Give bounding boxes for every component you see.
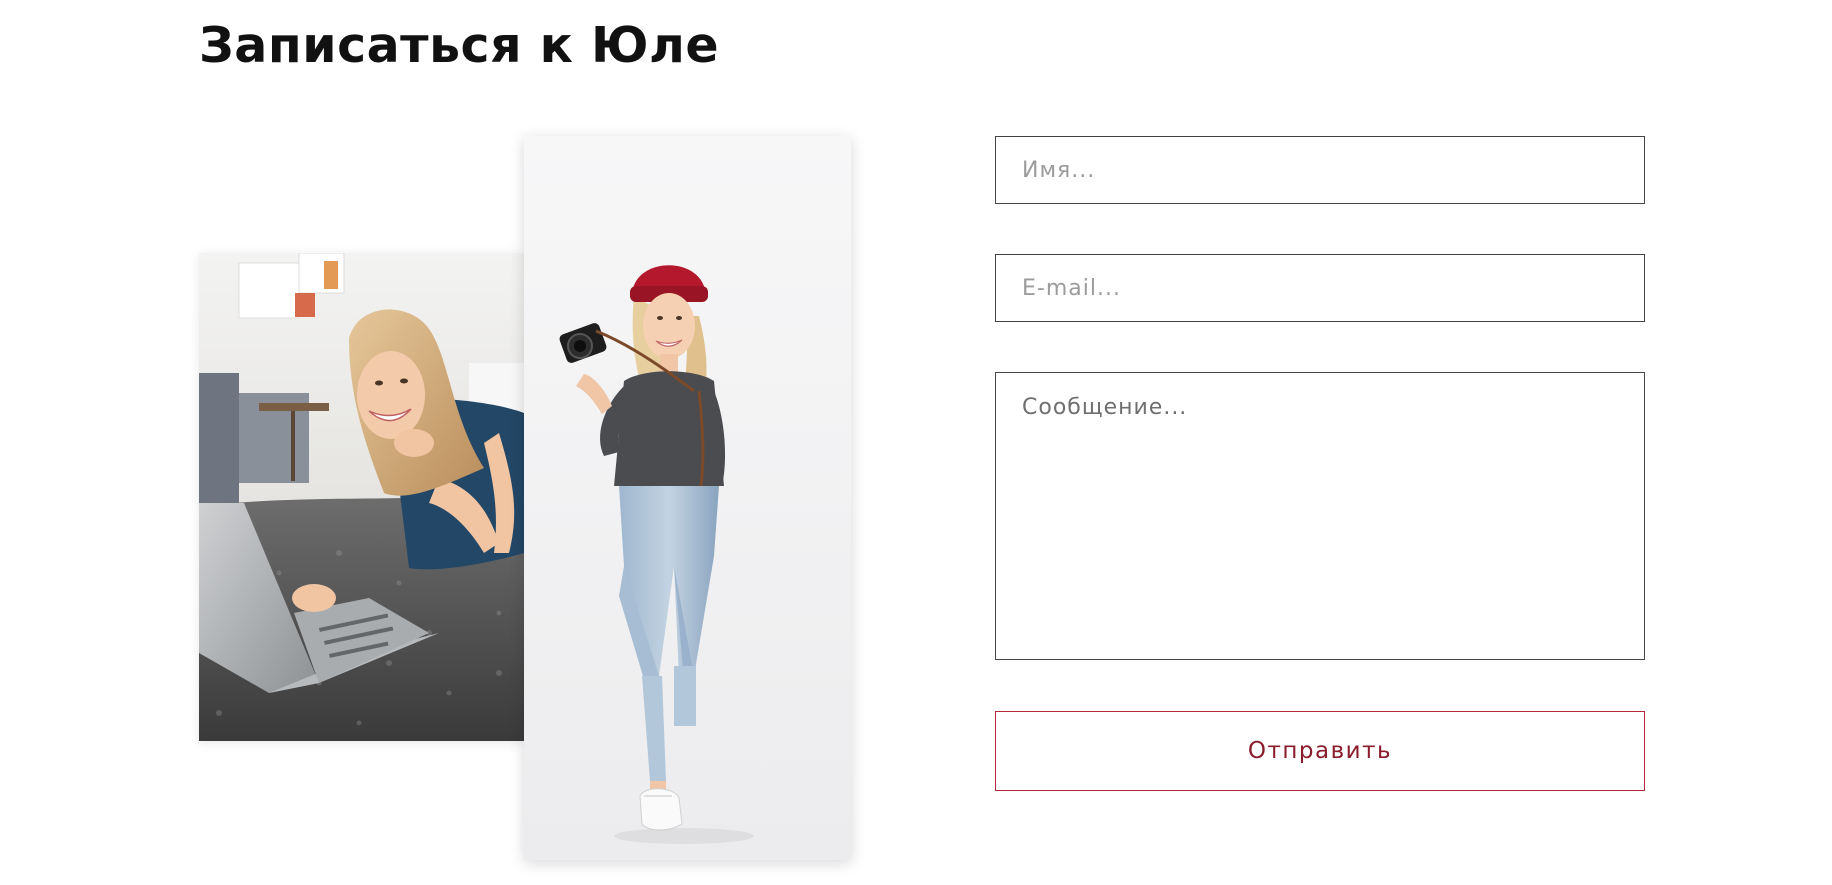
- camera-photo-image: [524, 136, 851, 860]
- email-input[interactable]: [995, 254, 1645, 322]
- name-input[interactable]: [995, 136, 1645, 204]
- camera-photo: [524, 136, 851, 860]
- submit-button[interactable]: Отправить: [995, 711, 1645, 791]
- laptop-photo-image: [199, 253, 524, 741]
- laptop-photo: [199, 253, 524, 741]
- page-title: Записаться к Юле: [199, 17, 720, 74]
- message-textarea[interactable]: [995, 372, 1645, 660]
- booking-section: Записаться к Юле Имя... E-mail... Сообще…: [0, 0, 1832, 885]
